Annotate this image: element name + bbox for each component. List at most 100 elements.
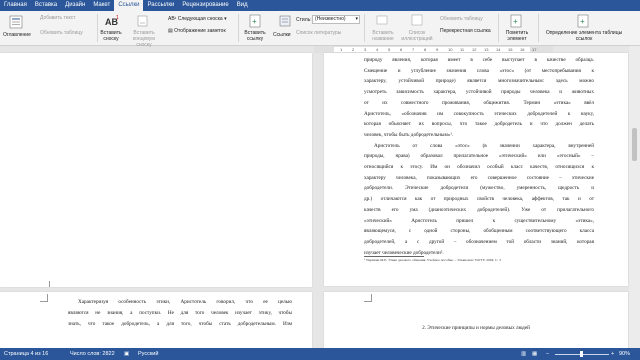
citation-style-select[interactable]: (Неизвестно) ▾: [312, 15, 360, 24]
paragraph-line: Смещение и углубление значения слова «эт…: [364, 67, 594, 74]
paragraph-line: природы, нрава) образовал прилагательное…: [364, 153, 594, 160]
page-6: 2. Этические принципы и нормы деловых лю…: [324, 292, 628, 348]
zoom-slider-thumb[interactable]: [580, 351, 583, 357]
insert-endnote-button[interactable]: Вставить концевую сноску: [129, 30, 159, 48]
toc-button[interactable]: Оглавление: [3, 32, 31, 38]
ribbon-tab-bar: Главная Вставка Дизайн Макет Ссылки Расс…: [0, 0, 640, 11]
ruler-tick-label: 12: [472, 47, 477, 52]
insert-citation-icon[interactable]: +: [248, 14, 262, 28]
show-notes-button[interactable]: ▤ Отображение заметок: [168, 28, 226, 34]
paragraph-line: относящийся к этосу. Им он обозначил осо…: [364, 164, 594, 170]
ruler-tick-label: 3: [364, 47, 367, 52]
ruler-tick-label: 8: [424, 47, 427, 52]
links-button[interactable]: Ссылки: [273, 32, 291, 38]
paragraph-line: др.) отличаются как от природных свойств…: [364, 196, 594, 203]
ruler-tick-label: 10: [448, 47, 453, 52]
tab-mailings[interactable]: Рассылки: [143, 0, 178, 11]
print-layout-icon[interactable]: ▦: [532, 348, 537, 360]
ruler-tick-label: 1: [340, 47, 343, 52]
ruler-tick-label: 2: [352, 47, 355, 52]
caption-icon: [376, 15, 388, 25]
document-check-icon[interactable]: ▣: [124, 348, 129, 360]
paragraph-line: человек, чтобы быть добродетельным»¹.: [364, 131, 454, 138]
ruler-tick-label: 6: [400, 47, 403, 52]
insert-table-of-figures-button[interactable]: Список иллюстраций: [400, 30, 434, 42]
tab-view[interactable]: Вид: [233, 0, 252, 11]
language[interactable]: Русский: [138, 348, 158, 360]
ruler-tick-label: 9: [436, 47, 439, 52]
next-footnote-button[interactable]: AB¹ Следующая сноска ▾: [168, 16, 227, 22]
paragraph-line: характеру, устойчивой природе) является …: [364, 78, 594, 85]
insert-footnote-button[interactable]: Вставить сноску: [99, 30, 123, 42]
footnote-text: ¹ Умрихин М.Е. Этика делового общения. У…: [364, 258, 501, 262]
update-table-button[interactable]: Обновить таблицу: [40, 30, 83, 36]
page-counter[interactable]: Страница 4 из 16: [4, 348, 48, 360]
tab-review[interactable]: Рецензирование: [178, 0, 232, 11]
ruler-tick-label: 13: [484, 47, 489, 52]
ruler-tick-label: 15: [508, 47, 513, 52]
ruler-tick-label: 5: [388, 47, 391, 52]
mark-entry-icon[interactable]: +: [509, 14, 523, 28]
tab-layout[interactable]: Макет: [89, 0, 114, 11]
paragraph-line: добродетелей, а с другой – обозначением …: [364, 238, 594, 245]
tab-references[interactable]: Ссылки: [114, 0, 144, 11]
paragraph-line: Характеризуя особенность этики, Аристоте…: [78, 299, 292, 305]
zoom-out-button[interactable]: −: [546, 348, 549, 360]
ruler-tick-label: 11: [460, 47, 465, 52]
svg-text:+: +: [513, 17, 518, 26]
page-3-bottom: [0, 53, 312, 287]
ruler-tick-label: 17: [532, 47, 537, 52]
word-window: Главная Вставка Дизайн Макет Ссылки Расс…: [0, 0, 640, 360]
paragraph-line: знать, что такое добродетель, а для того…: [68, 321, 292, 327]
paragraph-line: Аристотель от слова «этос» (в значении х…: [374, 142, 594, 149]
insert-caption-button[interactable]: Вставить название: [366, 30, 400, 42]
status-bar: Страница 4 из 16 Число слов: 2822 ▣ Русс…: [0, 348, 640, 360]
table-of-figures-icon: [411, 14, 423, 26]
read-mode-icon[interactable]: ▥: [521, 348, 526, 360]
tab-design[interactable]: Дизайн: [61, 0, 89, 11]
footnote-separator: [364, 256, 424, 257]
svg-text:1: 1: [116, 15, 119, 21]
page-4: природу явления, которая имеет в себе вы…: [324, 53, 628, 286]
manage-sources-icon[interactable]: [279, 15, 291, 27]
zoom-in-button[interactable]: +: [611, 348, 614, 360]
add-text-button[interactable]: Добавить текст: [40, 15, 76, 21]
paragraph-line: «этический» Аристотель пришел к существи…: [364, 217, 594, 224]
section-heading: 2. Этические принципы и нормы деловых лю…: [422, 325, 530, 331]
zoom-level[interactable]: 90%: [619, 348, 630, 360]
horizontal-ruler[interactable]: 1 2 3 4 5 6 7 8 9 10 11 12 13 14 15 16 17: [314, 46, 553, 53]
paragraph-line: характеру человека, показывающих его сов…: [364, 174, 594, 181]
word-count[interactable]: Число слов: 2822: [70, 348, 115, 360]
update-table-figures-button[interactable]: Обновить таблицу: [440, 16, 483, 22]
mark-citation-icon[interactable]: +: [576, 14, 590, 28]
ruler-tick-label: 14: [496, 47, 501, 52]
vertical-scrollbar[interactable]: [629, 46, 640, 348]
paragraph-line: от их совместного проживания, общежития.…: [364, 99, 594, 106]
mark-entry-button[interactable]: Пометить элемент: [500, 30, 534, 42]
paragraph-line: которая объясняет их вопросы, что такое …: [364, 121, 594, 128]
mark-citation-button[interactable]: Определение элемента таблицы ссылок: [544, 30, 624, 42]
table-of-contents-icon[interactable]: [9, 15, 23, 29]
paragraph-line: природу явления, которая имеет в себе вы…: [364, 57, 594, 63]
paragraph-line: добродетели. Этические добродетели (муже…: [364, 185, 594, 192]
tab-insert[interactable]: Вставка: [31, 0, 61, 11]
insert-footnote-icon[interactable]: AB 1: [104, 14, 120, 28]
paragraph-line: являющемуся, с одной стороны, обобщенным…: [364, 228, 594, 235]
svg-text:+: +: [580, 17, 585, 26]
insert-citation-button[interactable]: Вставить ссылку: [240, 30, 270, 42]
bibliography-button[interactable]: Список литературы: [296, 30, 341, 36]
scrollbar-thumb[interactable]: [632, 128, 637, 161]
ruler-tick-label: 7: [412, 47, 415, 52]
cross-reference-button[interactable]: Перекрестная ссылка: [440, 28, 491, 34]
ribbon: Оглавление Добавить текст Обновить табли…: [0, 11, 640, 48]
style-label: Стиль:: [296, 17, 312, 23]
tab-home[interactable]: Главная: [0, 0, 31, 11]
insert-endnote-icon[interactable]: [137, 15, 149, 27]
paragraph-line: усмотреть зависимость характера, устойчи…: [364, 89, 594, 96]
ruler-tick-label: 16: [520, 47, 525, 52]
paragraph-line: являются не знания, а поступки. Не для т…: [68, 310, 292, 316]
ruler-tick-label: 4: [376, 47, 379, 52]
next-footnote-icon: AB¹: [168, 16, 178, 22]
page-5: Характеризуя особенность этики, Аристоте…: [0, 292, 312, 348]
chevron-down-icon: ▾: [355, 16, 358, 22]
